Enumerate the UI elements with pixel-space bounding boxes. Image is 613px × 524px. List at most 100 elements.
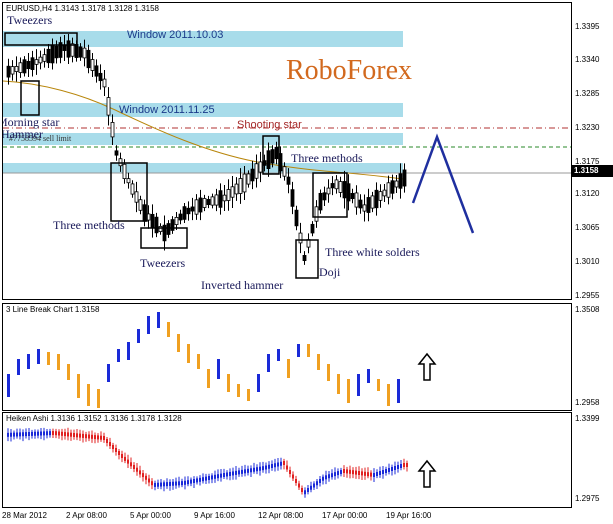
candle-body bbox=[358, 199, 363, 209]
candle-body bbox=[202, 198, 207, 208]
heiken-ashi-body bbox=[391, 467, 393, 471]
heiken-ashi-title: Heiken Ashi 1.3136 1.3152 1.3136 1.3178 … bbox=[6, 414, 182, 423]
heiken-ashi-body bbox=[388, 468, 390, 472]
line-break-block bbox=[107, 364, 110, 382]
heiken-ashi-body bbox=[397, 465, 399, 469]
heiken-ashi-body bbox=[79, 433, 81, 438]
candle-body bbox=[370, 195, 375, 209]
heiken-ashi-body bbox=[139, 470, 141, 475]
heiken-ashi-body bbox=[88, 434, 90, 439]
candle-body bbox=[66, 40, 71, 58]
heiken-ashi-body bbox=[49, 431, 51, 436]
time-tick: 2 Apr 08:00 bbox=[66, 511, 107, 520]
heiken-ashi-body bbox=[385, 469, 387, 473]
price-tick: 1.3395 bbox=[575, 22, 600, 31]
heiken-ashi-body bbox=[247, 468, 249, 473]
heiken-ashi-body bbox=[61, 431, 63, 436]
heiken-ashi-body bbox=[403, 463, 405, 467]
heiken-ashi-body bbox=[121, 454, 123, 458]
line-break-block bbox=[227, 374, 230, 392]
candle-body bbox=[354, 192, 359, 208]
candle-body bbox=[258, 161, 263, 173]
heiken-ashi-canvas[interactable] bbox=[3, 413, 571, 507]
annotation-inverted-hammer: Inverted hammer bbox=[201, 278, 284, 292]
heiken-ashi-body bbox=[355, 470, 357, 475]
candle-body bbox=[382, 189, 387, 197]
candle-body bbox=[190, 206, 195, 212]
candle-body bbox=[342, 181, 347, 199]
candle-body bbox=[158, 226, 163, 232]
line-break-block bbox=[337, 374, 340, 394]
line-break-pane[interactable]: 3 Line Break Chart 1.3158 bbox=[2, 303, 572, 411]
candle-body bbox=[26, 60, 31, 70]
price-tick: 1.3120 bbox=[575, 189, 600, 198]
candle-body bbox=[90, 59, 95, 71]
line-break-block bbox=[287, 359, 290, 378]
candle-body bbox=[402, 169, 407, 187]
candle-body bbox=[290, 189, 295, 207]
heiken-ashi-body bbox=[310, 485, 312, 490]
heiken-ashi-body bbox=[229, 471, 231, 476]
heiken-ashi-body bbox=[58, 431, 60, 436]
heiken-ashi-body bbox=[220, 473, 222, 478]
annotation-doji: Doji bbox=[319, 265, 341, 279]
price-tick: 1.2958 bbox=[575, 398, 600, 407]
line-break-block bbox=[327, 364, 330, 381]
main-chart-canvas[interactable] bbox=[3, 3, 571, 299]
candle-body bbox=[170, 219, 175, 231]
heiken-ashi-body bbox=[154, 482, 156, 487]
brand-logo-text: RoboForex bbox=[286, 55, 412, 86]
heiken-ashi-body bbox=[340, 470, 342, 475]
line-break-block bbox=[137, 329, 140, 343]
line-break-block bbox=[167, 322, 170, 337]
heiken-ashi-body bbox=[352, 470, 354, 475]
time-axis: 28 Mar 2012 2 Apr 08:00 5 Apr 00:00 9 Ap… bbox=[0, 509, 570, 523]
candle-body bbox=[274, 146, 279, 160]
heiken-ashi-body bbox=[211, 475, 213, 480]
heiken-ashi-body bbox=[184, 480, 186, 485]
heiken-ashi-body bbox=[25, 432, 27, 437]
candle-body bbox=[294, 209, 299, 227]
time-tick: 5 Apr 00:00 bbox=[130, 511, 171, 520]
heiken-ashi-body bbox=[361, 471, 363, 476]
line-break-canvas[interactable] bbox=[3, 304, 571, 410]
price-tick: 1.3508 bbox=[575, 305, 600, 314]
candle-body bbox=[110, 122, 115, 138]
heiken-ashi-body bbox=[313, 483, 315, 488]
main-chart-pane[interactable]: EURUSD,H4 1.3143 1.3178 1.3128 1.3158 Ro… bbox=[2, 2, 572, 300]
heiken-ashi-body bbox=[43, 431, 45, 436]
candle-body bbox=[86, 49, 91, 69]
candle-body bbox=[30, 57, 35, 70]
heiken-ashi-body bbox=[283, 461, 285, 465]
candle-body bbox=[318, 192, 323, 211]
heiken-ashi-body bbox=[190, 479, 192, 484]
candle-body bbox=[366, 197, 371, 213]
candle-body bbox=[122, 163, 127, 180]
line-break-block bbox=[187, 344, 190, 363]
candle-body bbox=[138, 199, 143, 211]
price-tick: 1.3065 bbox=[575, 223, 600, 232]
candle-body bbox=[374, 189, 379, 209]
heiken-ashi-body bbox=[202, 477, 204, 482]
heiken-ashi-pane[interactable]: Heiken Ashi 1.3136 1.3152 1.3136 1.3178 … bbox=[2, 412, 572, 508]
heiken-ashi-body bbox=[19, 432, 21, 437]
heiken-ashi-body bbox=[307, 488, 309, 492]
heiken-ashi-body bbox=[367, 472, 369, 477]
time-tick: 17 Apr 00:00 bbox=[322, 511, 368, 520]
heiken-ashi-body bbox=[271, 464, 273, 468]
heiken-ashi-body bbox=[31, 431, 33, 436]
candle-body bbox=[302, 255, 307, 261]
candle-body bbox=[106, 97, 111, 116]
candle-body bbox=[78, 46, 83, 58]
line-break-block bbox=[37, 349, 40, 364]
line-break-block bbox=[257, 374, 260, 392]
candle-body bbox=[10, 66, 15, 75]
candle-body bbox=[186, 207, 191, 215]
heiken-ashi-body bbox=[196, 478, 198, 483]
line-break-block bbox=[237, 384, 240, 397]
heiken-ashi-body bbox=[259, 466, 261, 471]
candle-body bbox=[270, 149, 275, 164]
candle-body bbox=[326, 187, 331, 195]
heiken-ashi-candles bbox=[7, 427, 408, 498]
heiken-ashi-body bbox=[106, 439, 108, 443]
